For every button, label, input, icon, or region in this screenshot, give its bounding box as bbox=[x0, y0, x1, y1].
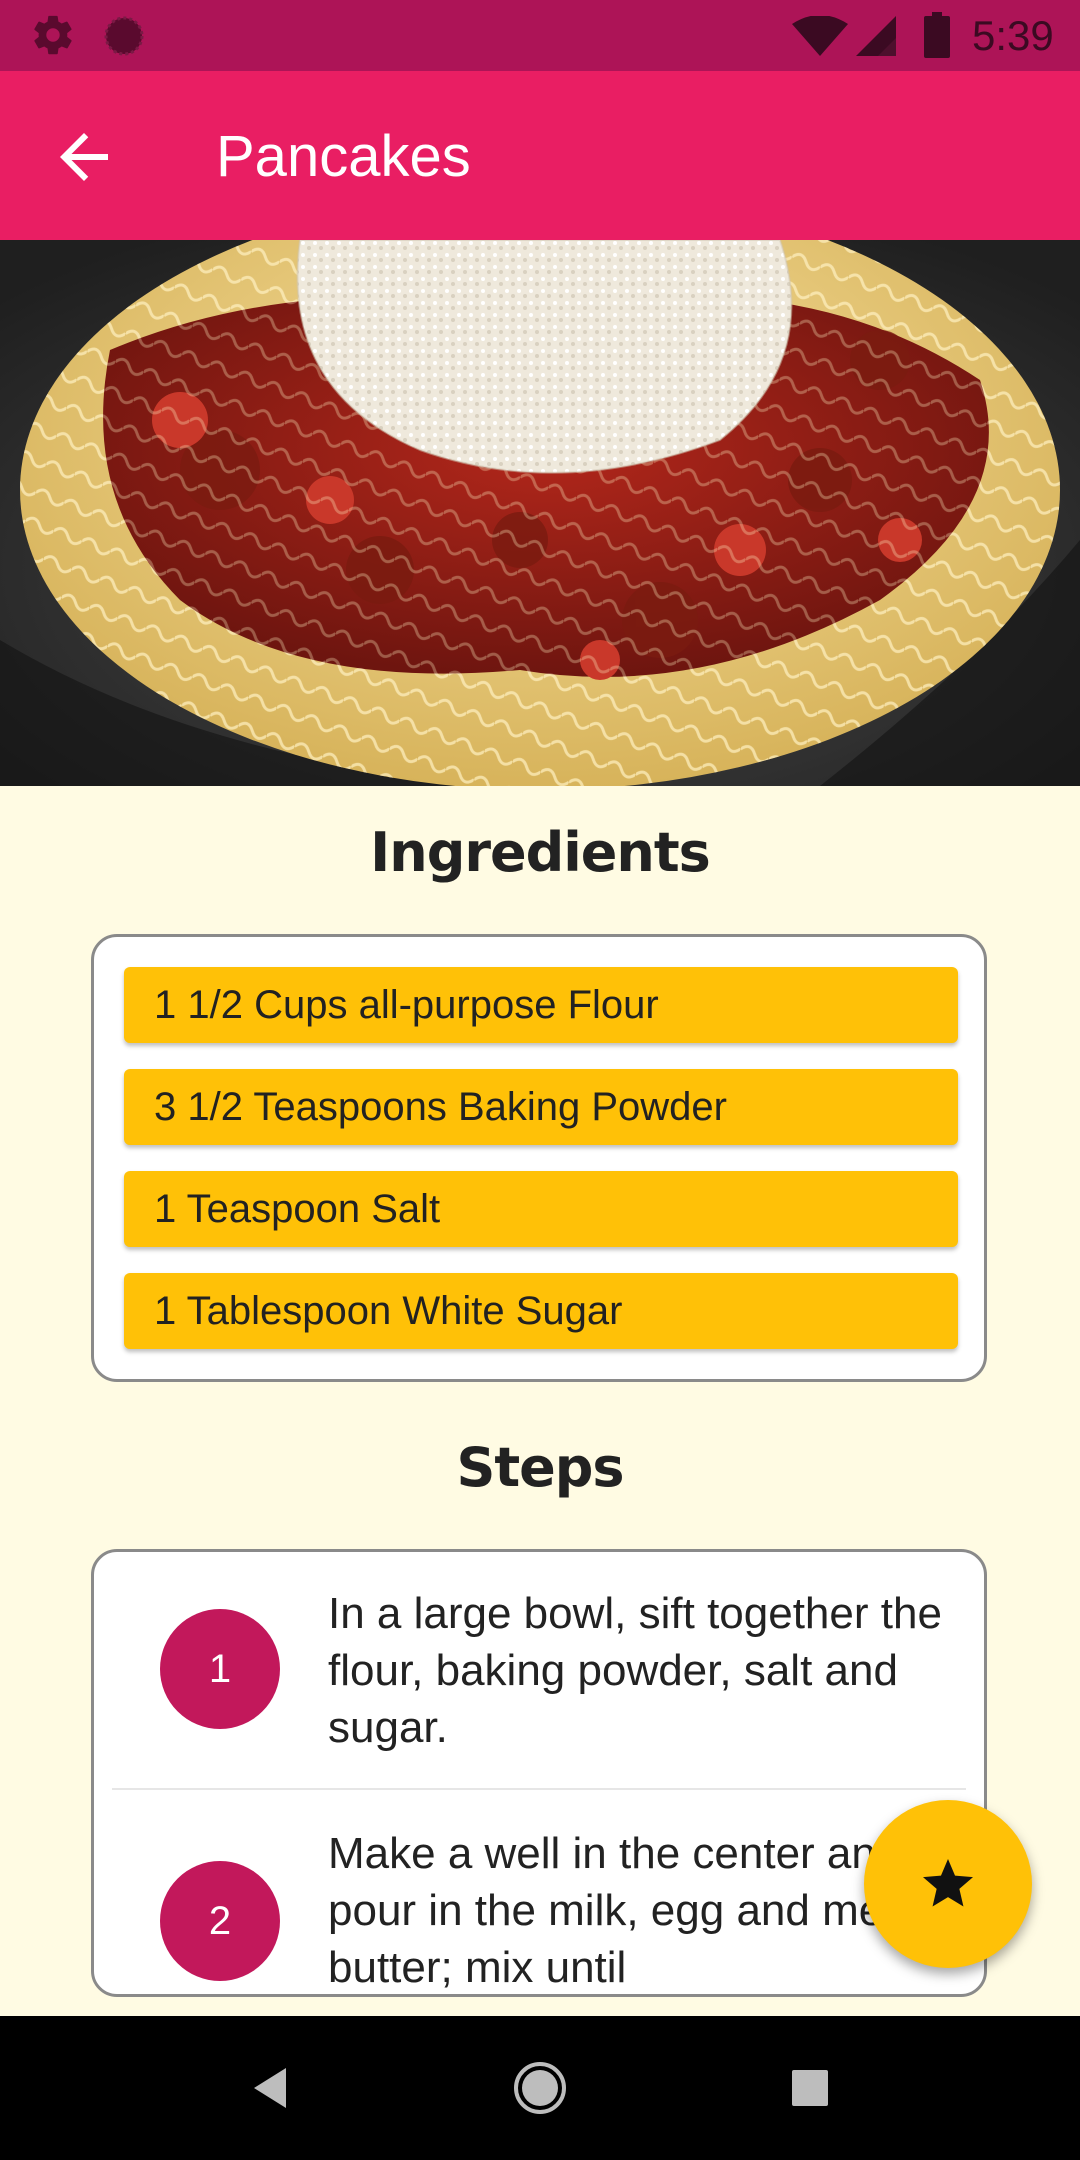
ingredient-item[interactable]: 1 1/2 Cups all-purpose Flour bbox=[124, 967, 958, 1043]
ingredients-card: 1 1/2 Cups all-purpose Flour 3 1/2 Teasp… bbox=[91, 934, 987, 1382]
arrow-back-icon[interactable] bbox=[48, 121, 120, 193]
system-nav-bar bbox=[0, 2016, 1080, 2160]
step-number-badge: 2 bbox=[160, 1861, 280, 1981]
back-triangle-icon[interactable] bbox=[238, 2056, 302, 2120]
steps-heading: Steps bbox=[456, 1436, 624, 1499]
signal-icon bbox=[856, 16, 896, 56]
recipe-hero-image bbox=[0, 240, 1080, 786]
ingredient-item[interactable]: 1 Teaspoon Salt bbox=[124, 1171, 958, 1247]
recents-square-icon[interactable] bbox=[778, 2056, 842, 2120]
battery-icon bbox=[924, 12, 950, 58]
star-icon bbox=[923, 1859, 973, 1907]
step-text: Make a well in the center and pour in th… bbox=[328, 1829, 955, 1992]
ingredient-item[interactable]: 1 Tablespoon White Sugar bbox=[124, 1273, 958, 1349]
gear-icon bbox=[34, 15, 72, 55]
status-time: 5:39 bbox=[972, 12, 1054, 59]
ingredient-item[interactable]: 3 1/2 Teaspoons Baking Powder bbox=[124, 1069, 958, 1145]
circle-notification-icon bbox=[104, 16, 144, 56]
wifi-icon bbox=[792, 16, 848, 56]
page-title: Pancakes bbox=[216, 124, 471, 189]
status-bar: 5:39 bbox=[0, 0, 1080, 71]
favorite-fab-button[interactable] bbox=[864, 1800, 1032, 1968]
step-number-badge: 1 bbox=[160, 1609, 280, 1729]
steps-card: 1 In a large bowl, sift together the flo… bbox=[91, 1549, 987, 1997]
step-text: In a large bowl, sift together the flour… bbox=[328, 1589, 942, 1752]
step-divider bbox=[112, 1788, 966, 1790]
ingredients-heading: Ingredients bbox=[370, 821, 711, 884]
home-circle-icon[interactable] bbox=[508, 2056, 572, 2120]
app-bar: Pancakes bbox=[0, 71, 1080, 240]
